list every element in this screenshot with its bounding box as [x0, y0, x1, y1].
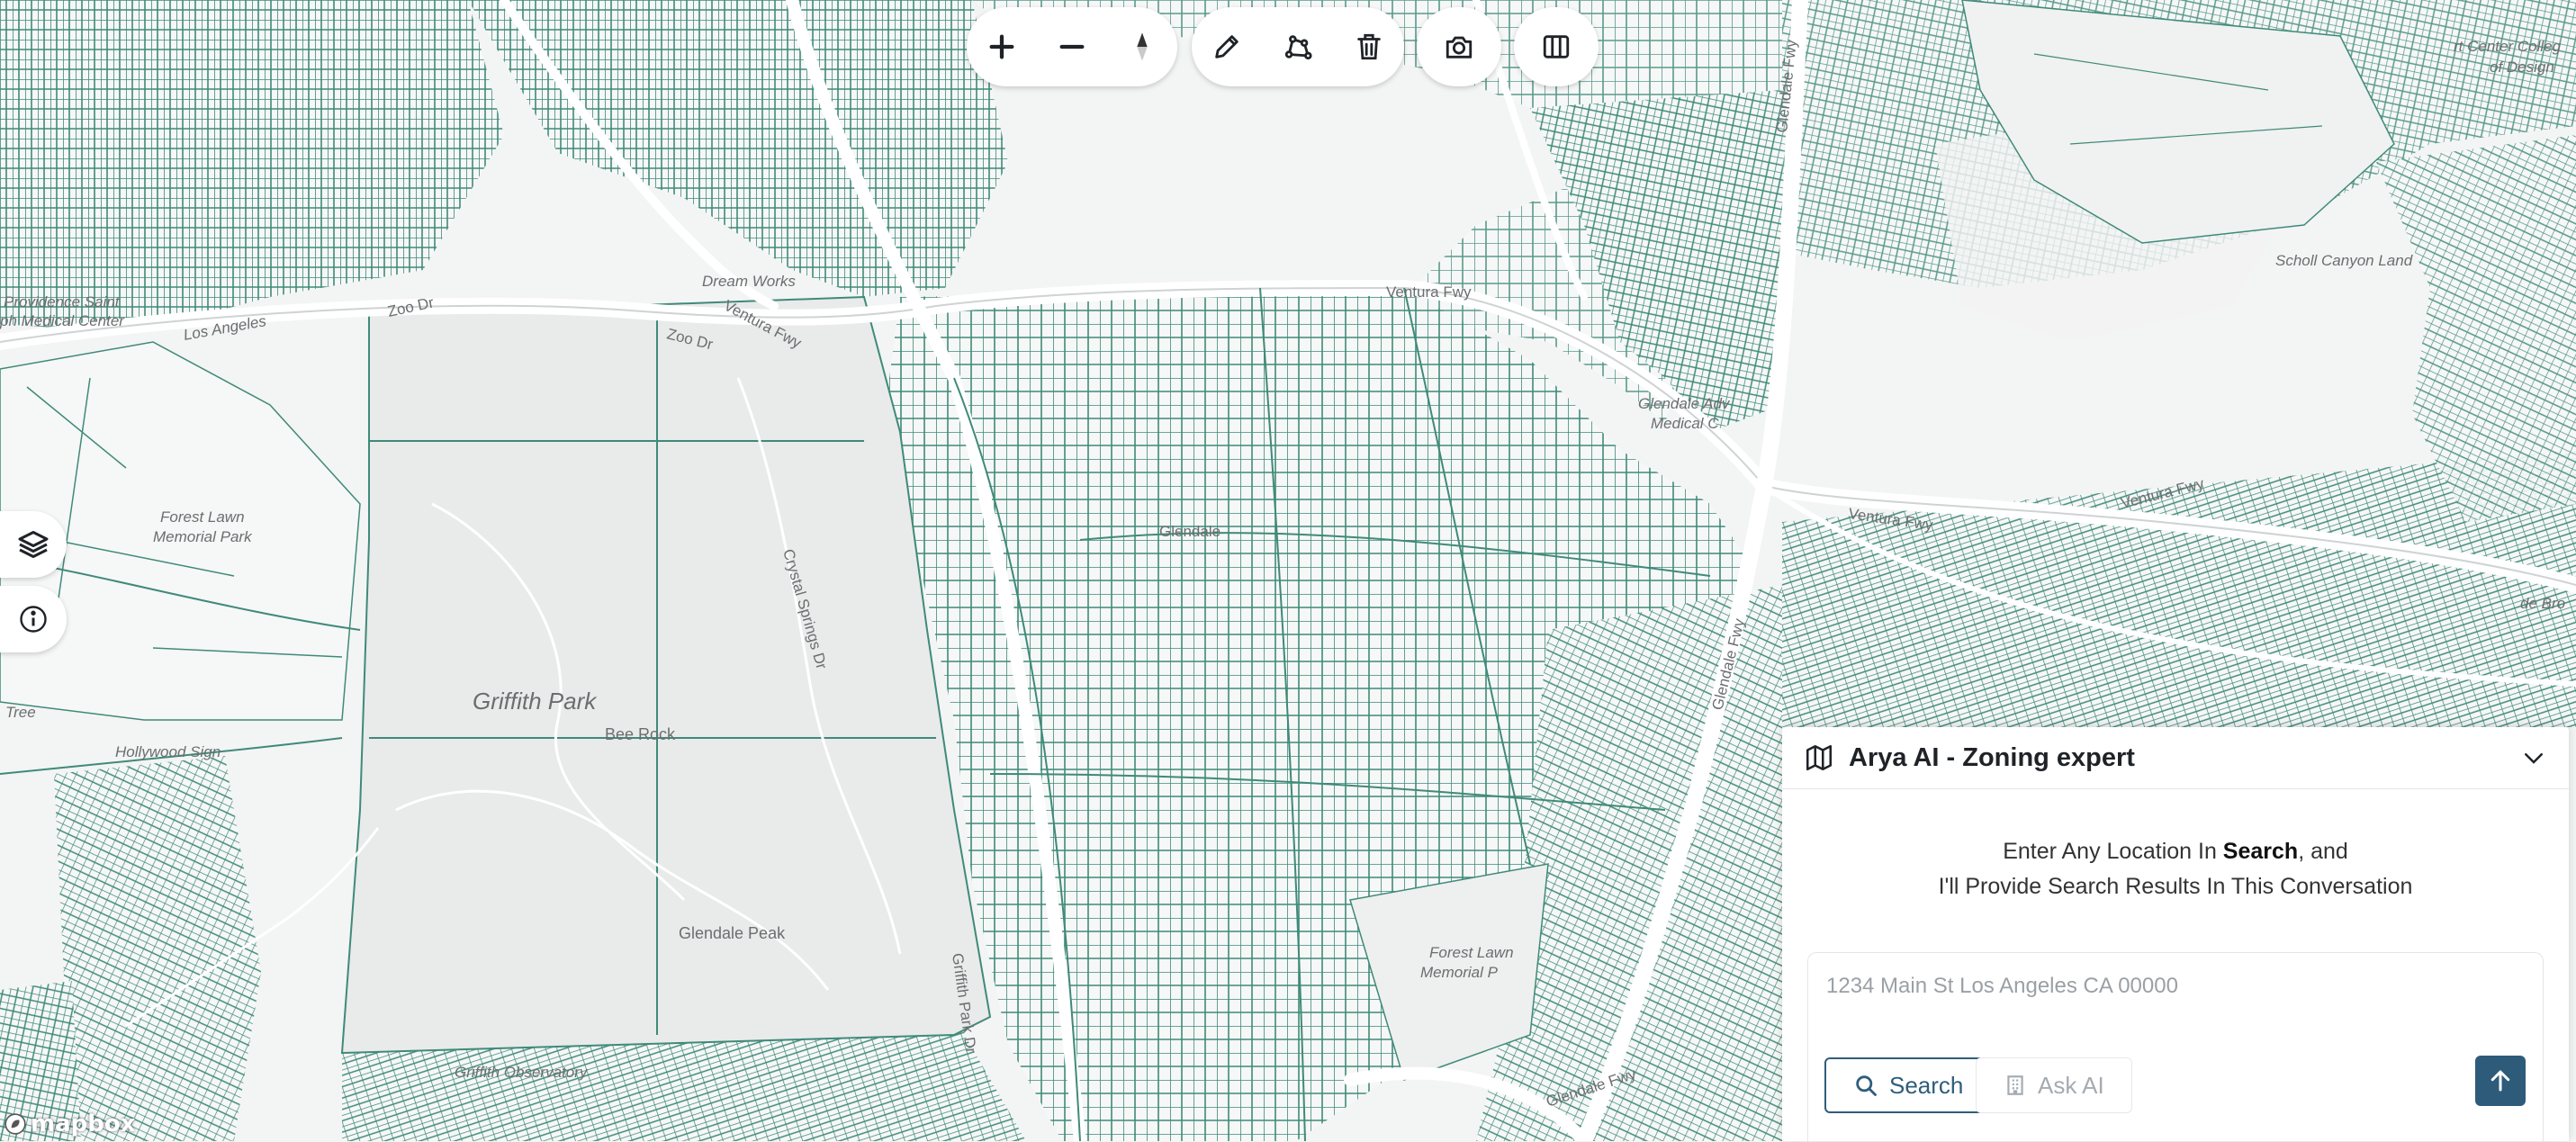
compass-icon [1127, 31, 1157, 62]
minus-icon [1057, 31, 1087, 62]
search-mode-label: Search [1889, 1072, 1963, 1100]
info-icon [17, 603, 50, 635]
address-input[interactable] [1824, 973, 2512, 1000]
label-glendale-adv: Glendale Adv [1638, 395, 1731, 412]
ask-ai-mode-label: Ask AI [2038, 1072, 2104, 1100]
arrow-up-icon [2487, 1067, 2514, 1094]
send-button[interactable] [2475, 1056, 2526, 1106]
chat-panel-header[interactable]: Arya AI - Zoning expert [1782, 727, 2569, 789]
zoom-controls [967, 7, 1177, 86]
trash-icon [1354, 31, 1384, 62]
label-providence: Providence Saint [4, 293, 121, 310]
layers-button[interactable] [0, 511, 67, 578]
mapbox-icon [4, 1112, 27, 1136]
chat-input-box: Search Ask AI [1807, 952, 2544, 1142]
label-glendale-peak: Glendale Peak [679, 924, 786, 942]
label-bee-rock: Bee Rock [605, 725, 676, 743]
split-view-button[interactable] [1527, 17, 1586, 76]
label-art-center: rt Center Colleg [2454, 38, 2562, 55]
label-scholl-canyon: Scholl Canyon Land [2275, 252, 2413, 269]
zoom-out-button[interactable] [1042, 17, 1102, 76]
mapbox-logo-text: mapbox [31, 1111, 136, 1138]
compass-button[interactable] [1112, 17, 1172, 76]
label-griffith-observatory: Griffith Observatory [455, 1064, 589, 1081]
map-icon [1804, 742, 1834, 773]
split-view-control [1514, 7, 1599, 86]
zoom-in-button[interactable] [972, 17, 1031, 76]
search-mode-button[interactable]: Search [1824, 1057, 1992, 1113]
screenshot-button[interactable] [1429, 17, 1489, 76]
chat-instruction-line1: Enter Any Location In Search, and [1782, 834, 2569, 869]
layers-icon [17, 528, 50, 561]
building-icon [2004, 1074, 2027, 1097]
camera-icon [1444, 31, 1474, 62]
label-forest-lawn-2b: Memorial P [1420, 964, 1499, 981]
chevron-down-icon[interactable] [2520, 744, 2547, 771]
chat-instruction: Enter Any Location In Search, and I'll P… [1782, 834, 2569, 904]
mapbox-logo[interactable]: mapbox [4, 1111, 136, 1138]
label-hollywood-sign: Hollywood Sign [115, 743, 221, 760]
label-providence-b: ph Medical Center [0, 312, 125, 329]
screenshot-control [1417, 7, 1501, 86]
chat-panel: Arya AI - Zoning expert Enter Any Locati… [1782, 727, 2569, 1141]
delete-button[interactable] [1339, 17, 1399, 76]
label-glendale-adv-b: Medical C [1651, 415, 1719, 432]
info-button[interactable] [0, 586, 67, 652]
columns-icon [1541, 31, 1572, 62]
chat-instruction-line2: I'll Provide Search Results In This Conv… [1782, 869, 2569, 904]
search-icon [1853, 1073, 1878, 1098]
label-de-bro: de Bro [2520, 595, 2565, 612]
label-art-center-b: of Design [2490, 58, 2554, 76]
label-dream-works: Dream Works [702, 273, 796, 290]
draw-polygon-button[interactable] [1268, 17, 1328, 76]
label-forest-lawn-2: Forest Lawn [1429, 944, 1514, 961]
label-glendale-center: Glendale [1159, 523, 1220, 540]
pencil-icon [1211, 31, 1242, 62]
ask-ai-mode-button[interactable]: Ask AI [1976, 1057, 2132, 1113]
label-griffith-park: Griffith Park [473, 688, 598, 715]
polygon-icon [1283, 31, 1313, 62]
draw-line-button[interactable] [1197, 17, 1256, 76]
plus-icon [986, 31, 1017, 62]
label-ventura-fwy-2: Ventura Fwy [1386, 283, 1472, 301]
label-forest-lawn-1: Forest Lawn [160, 508, 245, 526]
label-forest-lawn-1b: Memorial Park [153, 528, 253, 545]
label-tree: Tree [5, 704, 36, 721]
chat-panel-title: Arya AI - Zoning expert [1849, 743, 2520, 773]
draw-controls [1192, 7, 1404, 86]
